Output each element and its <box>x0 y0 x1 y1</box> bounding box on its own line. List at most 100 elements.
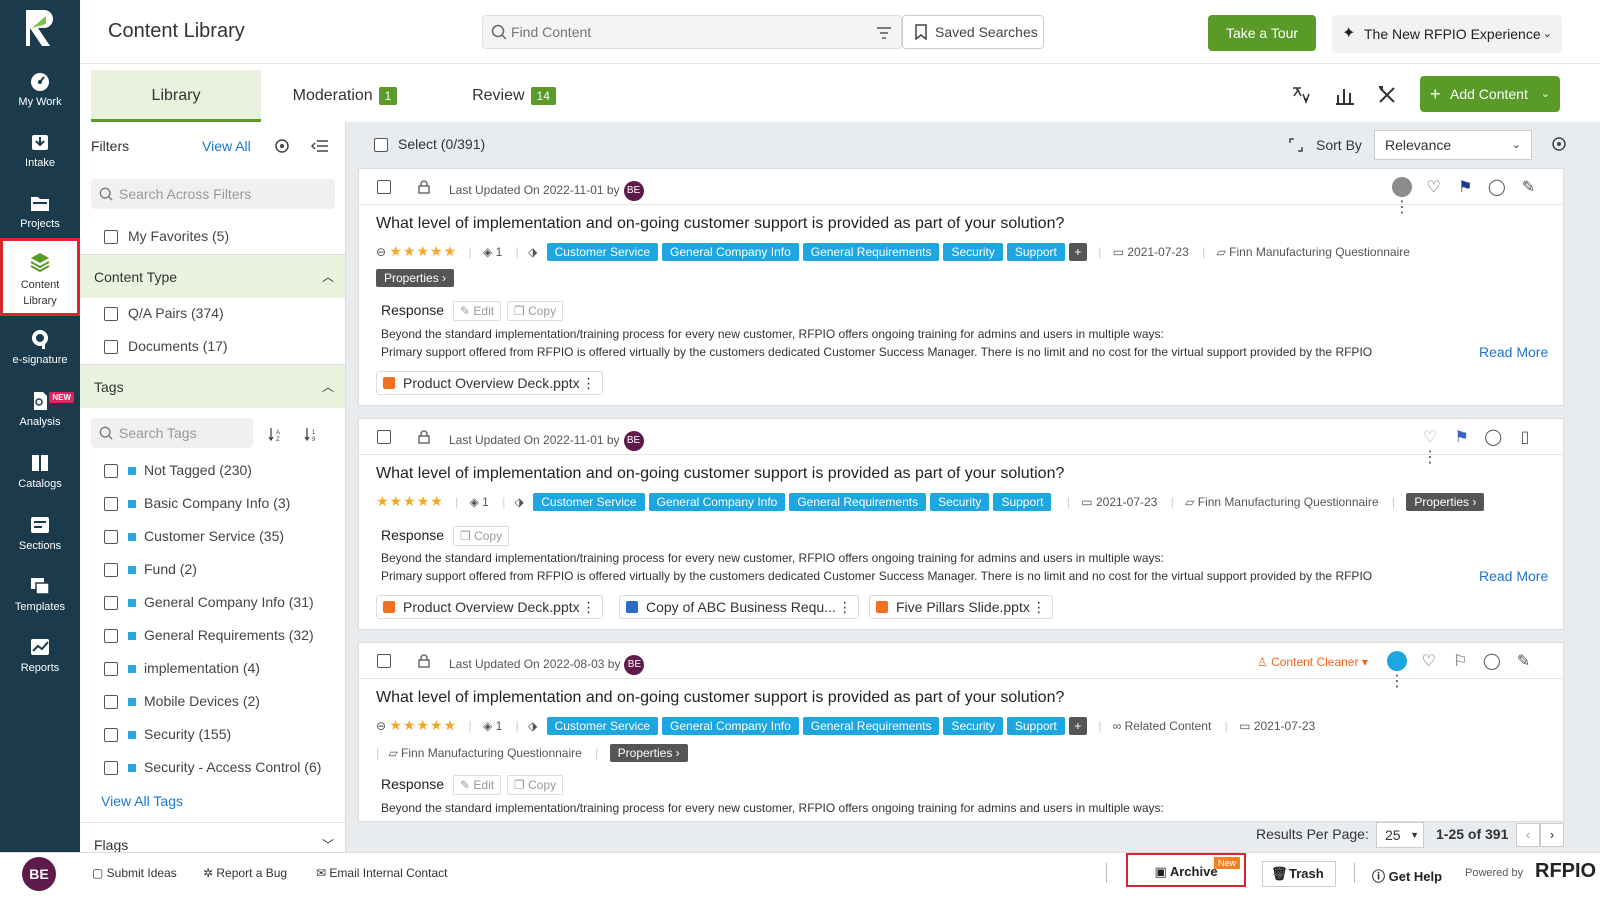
checkbox[interactable] <box>104 728 118 743</box>
flags-section-header[interactable]: Flags ﹀ <box>80 822 345 852</box>
archive-button[interactable]: ▣ Archive New <box>1126 853 1246 887</box>
nav-content-library[interactable]: Content Library <box>0 238 80 316</box>
more-vertical-icon[interactable]: ⋮ <box>1032 596 1046 618</box>
tab-library[interactable]: Library <box>91 70 261 122</box>
nav-templates[interactable]: Templates <box>0 575 80 613</box>
flag-multi-icon[interactable]: ⚑ <box>1455 177 1475 197</box>
flag-icon[interactable]: ⚐ <box>1450 651 1470 671</box>
rating-stars[interactable]: ★★★★★ <box>389 717 457 733</box>
heart-icon[interactable]: ♡ <box>1424 177 1444 197</box>
content-card[interactable]: Last Updated On 2022-08-03 by BE ♙ Conten… <box>358 642 1564 822</box>
copy-button[interactable]: ❐ Copy <box>453 526 510 546</box>
checkbox[interactable] <box>374 138 388 153</box>
tag-filter-item[interactable]: Basic Company Info (3) <box>104 495 290 512</box>
read-more-link[interactable]: Read More <box>1479 344 1548 360</box>
minus-circle-icon[interactable]: ⊖ <box>376 719 386 733</box>
project-name[interactable]: Finn Manufacturing Questionnaire <box>1198 495 1379 509</box>
my-favorites-filter[interactable]: My Favorites (5) <box>104 228 229 245</box>
attachment-chip[interactable]: Product Overview Deck.pptx ⋮ <box>376 595 603 619</box>
flag-multi-icon[interactable]: ⚑ <box>1452 427 1472 447</box>
project-name[interactable]: Finn Manufacturing Questionnaire <box>1229 245 1410 259</box>
properties-button[interactable]: Properties › <box>609 744 688 762</box>
translate-icon[interactable] <box>1290 84 1312 106</box>
rating-stars[interactable]: ★★★★★ <box>389 243 457 259</box>
tag-chip[interactable]: Support <box>993 493 1052 511</box>
content-type-documents[interactable]: Documents (17) <box>104 338 228 355</box>
copy-button[interactable]: ❐ Copy <box>507 301 564 321</box>
gear-icon[interactable] <box>1550 135 1568 153</box>
tag-filter-item[interactable]: Customer Service (35) <box>104 528 284 545</box>
content-cleaner-dropdown[interactable]: ♙ Content Cleaner ▾ <box>1257 655 1368 669</box>
minus-circle-icon[interactable]: ⊖ <box>376 245 386 259</box>
filter-search-input[interactable]: Search Across Filters <box>91 179 335 209</box>
submit-ideas-link[interactable]: ▢ Submit Ideas <box>92 866 177 880</box>
tag-chip[interactable]: Customer Service <box>546 717 659 735</box>
content-type-qa-pairs[interactable]: Q/A Pairs (374) <box>104 305 224 322</box>
view-all-tags-link[interactable]: View All Tags <box>101 793 183 809</box>
search-filter-button[interactable] <box>866 15 902 49</box>
tag-chip[interactable]: General Requirements <box>789 493 927 511</box>
new-experience-dropdown[interactable]: ✦ The New RFPIO Experience ⌄ <box>1332 15 1562 53</box>
tag-filter-item[interactable]: Mobile Devices (2) <box>104 693 260 710</box>
question-title[interactable]: What level of implementation and on-goin… <box>376 689 1064 707</box>
prev-page-button[interactable]: ‹ <box>1516 823 1540 847</box>
sort-by-select[interactable]: Relevance ⌄ <box>1374 130 1532 160</box>
tag-chip[interactable]: Customer Service <box>546 243 659 261</box>
properties-button[interactable]: Properties › <box>1406 493 1485 511</box>
tag-filter-item[interactable]: Security (155) <box>104 726 231 743</box>
next-page-button[interactable]: › <box>1540 823 1564 847</box>
bar-chart-icon[interactable] <box>1334 84 1356 106</box>
nav-reports[interactable]: Reports <box>0 636 80 674</box>
checkbox[interactable] <box>104 695 118 710</box>
tag-chip[interactable]: General Company Info <box>662 243 799 261</box>
sort-numeric-icon[interactable]: 19 <box>304 426 320 442</box>
tag-search-input[interactable]: Search Tags <box>91 418 253 448</box>
tag-chip[interactable]: General Company Info <box>648 493 786 511</box>
trash-button[interactable]: 🗑 Trash <box>1262 861 1336 887</box>
expand-icon[interactable] <box>1289 138 1303 152</box>
tag-filter-item[interactable]: Security - Access Control (6) <box>104 759 321 776</box>
card-checkbox[interactable] <box>377 430 391 444</box>
checkbox[interactable] <box>104 530 118 545</box>
nav-my-work[interactable]: My Work <box>0 70 80 108</box>
rfpio-logo-icon[interactable] <box>22 8 58 48</box>
rating-stars[interactable]: ★★★★★ <box>376 493 444 509</box>
document-settings-icon[interactable]: ▯ <box>1515 427 1535 447</box>
content-type-section-header[interactable]: Content Type ︿ <box>80 254 345 298</box>
attachment-chip[interactable]: Product Overview Deck.pptx ⋮ <box>376 371 603 395</box>
edit-button[interactable]: ✎ Edit <box>453 301 502 321</box>
attachment-chip[interactable]: Copy of ABC Business Requ... ⋮ <box>619 595 859 619</box>
user-avatar[interactable]: BE <box>22 857 56 891</box>
assign-user-icon[interactable] <box>1392 177 1412 197</box>
tag-chip[interactable]: General Requirements <box>802 243 940 261</box>
nav-projects[interactable]: Projects <box>0 192 80 230</box>
saved-searches-button[interactable]: Saved Searches <box>902 15 1044 49</box>
comment-icon[interactable]: ◯ <box>1487 177 1507 197</box>
assign-user-icon[interactable] <box>1387 651 1407 671</box>
checkbox[interactable] <box>104 629 118 644</box>
nav-catalogs[interactable]: Catalogs <box>0 452 80 490</box>
results-per-page-select[interactable]: 25 ▼ <box>1376 822 1424 848</box>
more-vertical-icon[interactable]: ⋮ <box>582 372 596 394</box>
pencil-icon[interactable]: ✎ <box>1519 177 1539 197</box>
related-content-link[interactable]: Related Content <box>1125 719 1212 733</box>
tag-filter-item[interactable]: implementation (4) <box>104 660 260 677</box>
checkbox[interactable] <box>104 230 118 245</box>
nav-sections[interactable]: Sections <box>0 514 80 552</box>
gear-icon[interactable] <box>273 137 291 155</box>
tag-chip[interactable]: General Company Info <box>662 717 799 735</box>
card-checkbox[interactable] <box>377 180 391 194</box>
checkbox[interactable] <box>104 596 118 611</box>
checkbox[interactable] <box>104 340 118 355</box>
tag-filter-item[interactable]: Fund (2) <box>104 561 197 578</box>
heart-icon[interactable]: ♡ <box>1419 651 1439 671</box>
question-title[interactable]: What level of implementation and on-goin… <box>376 465 1064 483</box>
search-input[interactable] <box>511 16 851 48</box>
card-checkbox[interactable] <box>377 654 391 668</box>
tag-filter-item[interactable]: General Company Info (31) <box>104 594 314 611</box>
content-card[interactable]: Last Updated On 2022-11-01 by BE ♡ ⚑ ◯ ✎ … <box>358 168 1564 406</box>
comment-icon[interactable]: ◯ <box>1482 651 1502 671</box>
add-tag-button[interactable]: + <box>1068 717 1087 735</box>
question-title[interactable]: What level of implementation and on-goin… <box>376 215 1064 233</box>
checkbox[interactable] <box>104 761 118 776</box>
